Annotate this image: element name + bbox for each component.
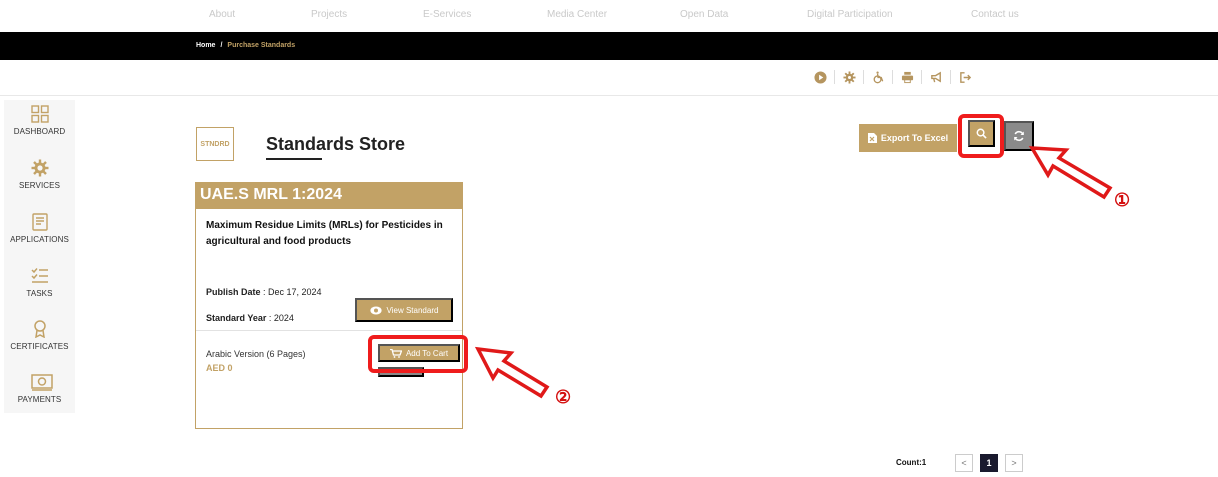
callout-number-2: ② <box>555 387 572 407</box>
breadcrumb-bar: Home / Purchase Standards <box>0 32 1218 60</box>
breadcrumb: Home / Purchase Standards <box>196 42 295 49</box>
publish-date-value: : Dec 17, 2024 <box>260 287 322 297</box>
refresh-icon <box>1014 130 1024 142</box>
nav-contact-us[interactable]: Contact us <box>971 9 1019 20</box>
nav-open-data[interactable]: Open Data <box>680 9 728 20</box>
sidebar-item-payments[interactable]: PAYMENTS <box>4 373 75 404</box>
standard-description: Maximum Residue Limits (MRLs) for Pestic… <box>206 220 443 247</box>
sidebar-item-certificates[interactable]: CERTIFICATES <box>4 320 75 351</box>
highlight-box-search <box>958 114 1004 158</box>
pagination-prev-button[interactable]: < <box>955 454 973 472</box>
accessibility-toolbar <box>812 69 973 85</box>
nav-about[interactable]: About <box>209 9 235 20</box>
print-icon[interactable] <box>899 69 915 85</box>
sidebar-item-services[interactable]: SERVICES <box>4 159 75 190</box>
standard-code: UAE.S MRL 1:2024 <box>196 183 462 209</box>
header-divider <box>0 95 1218 96</box>
breadcrumb-home[interactable]: Home <box>196 42 215 49</box>
sidebar-item-label: APPLICATIONS <box>10 235 69 244</box>
export-to-excel-button[interactable]: Export To Excel <box>859 124 957 152</box>
sidebar-item-label: TASKS <box>26 289 53 298</box>
result-count: Count:1 <box>896 458 927 467</box>
nav-media-center[interactable]: Media Center <box>547 9 607 20</box>
pagination-page-1[interactable]: 1 <box>980 454 998 472</box>
grid-icon <box>30 105 49 123</box>
standard-year-value: : 2024 <box>266 313 294 323</box>
sidebar-item-label: PAYMENTS <box>17 395 62 404</box>
toolbar-divider <box>950 70 951 84</box>
callout-number-1: ① <box>1114 190 1131 210</box>
sidebar: DASHBOARD SERVICES APPLICATIONS TASKS CE… <box>4 100 75 413</box>
export-label: Export To Excel <box>880 133 949 143</box>
toolbar-divider <box>921 70 922 84</box>
wheelchair-icon[interactable] <box>870 69 886 85</box>
publish-date-label: Publish Date <box>206 287 261 297</box>
price: AED 0 <box>206 363 233 373</box>
publish-date: Publish Date : Dec 17, 2024 <box>206 287 322 297</box>
excel-file-icon <box>867 133 877 143</box>
callout-arrow-icon <box>1028 146 1113 200</box>
page-title: Standards Store <box>266 134 406 154</box>
standards-logo: STNDRD <box>196 127 234 161</box>
toolbar-divider <box>834 70 835 84</box>
top-nav: About Projects E-Services Media Center O… <box>0 0 1218 30</box>
sidebar-item-dashboard[interactable]: DASHBOARD <box>4 105 75 136</box>
title-underline <box>266 158 322 160</box>
checklist-icon <box>30 267 49 285</box>
highlight-box-add-to-cart <box>368 335 468 373</box>
sidebar-item-label: CERTIFICATES <box>10 342 69 351</box>
breadcrumb-current: Purchase Standards <box>227 42 296 49</box>
card-divider <box>196 330 462 331</box>
standard-year: Standard Year : 2024 <box>206 313 294 323</box>
callout-arrow-icon <box>474 346 550 399</box>
award-icon <box>31 320 49 339</box>
play-circle-icon[interactable] <box>812 69 828 85</box>
nav-e-services[interactable]: E-Services <box>423 9 471 20</box>
sidebar-item-label: DASHBOARD <box>13 127 66 136</box>
document-icon <box>31 213 49 231</box>
cash-icon <box>30 373 53 391</box>
gear-icon <box>31 159 49 177</box>
version-info: Arabic Version (6 Pages) <box>206 349 306 359</box>
sign-out-icon[interactable] <box>957 69 973 85</box>
sidebar-item-tasks[interactable]: TASKS <box>4 267 75 298</box>
breadcrumb-separator: / <box>220 42 223 49</box>
sidebar-item-applications[interactable]: APPLICATIONS <box>4 213 75 244</box>
pagination-next-button[interactable]: > <box>1005 454 1023 472</box>
nav-projects[interactable]: Projects <box>311 9 347 20</box>
sidebar-item-label: SERVICES <box>18 181 61 190</box>
megaphone-icon[interactable] <box>928 69 944 85</box>
gear-icon[interactable] <box>841 69 857 85</box>
nav-digital-participation[interactable]: Digital Participation <box>807 9 893 20</box>
view-standard-label: View Standard <box>386 305 439 315</box>
view-standard-button[interactable]: View Standard <box>355 298 453 322</box>
eye-icon <box>369 306 382 314</box>
standard-card: UAE.S MRL 1:2024 Maximum Residue Limits … <box>195 182 463 429</box>
toolbar-divider <box>892 70 893 84</box>
toolbar-divider <box>863 70 864 84</box>
page: About Projects E-Services Media Center O… <box>0 0 1218 477</box>
standard-year-label: Standard Year <box>206 313 267 323</box>
